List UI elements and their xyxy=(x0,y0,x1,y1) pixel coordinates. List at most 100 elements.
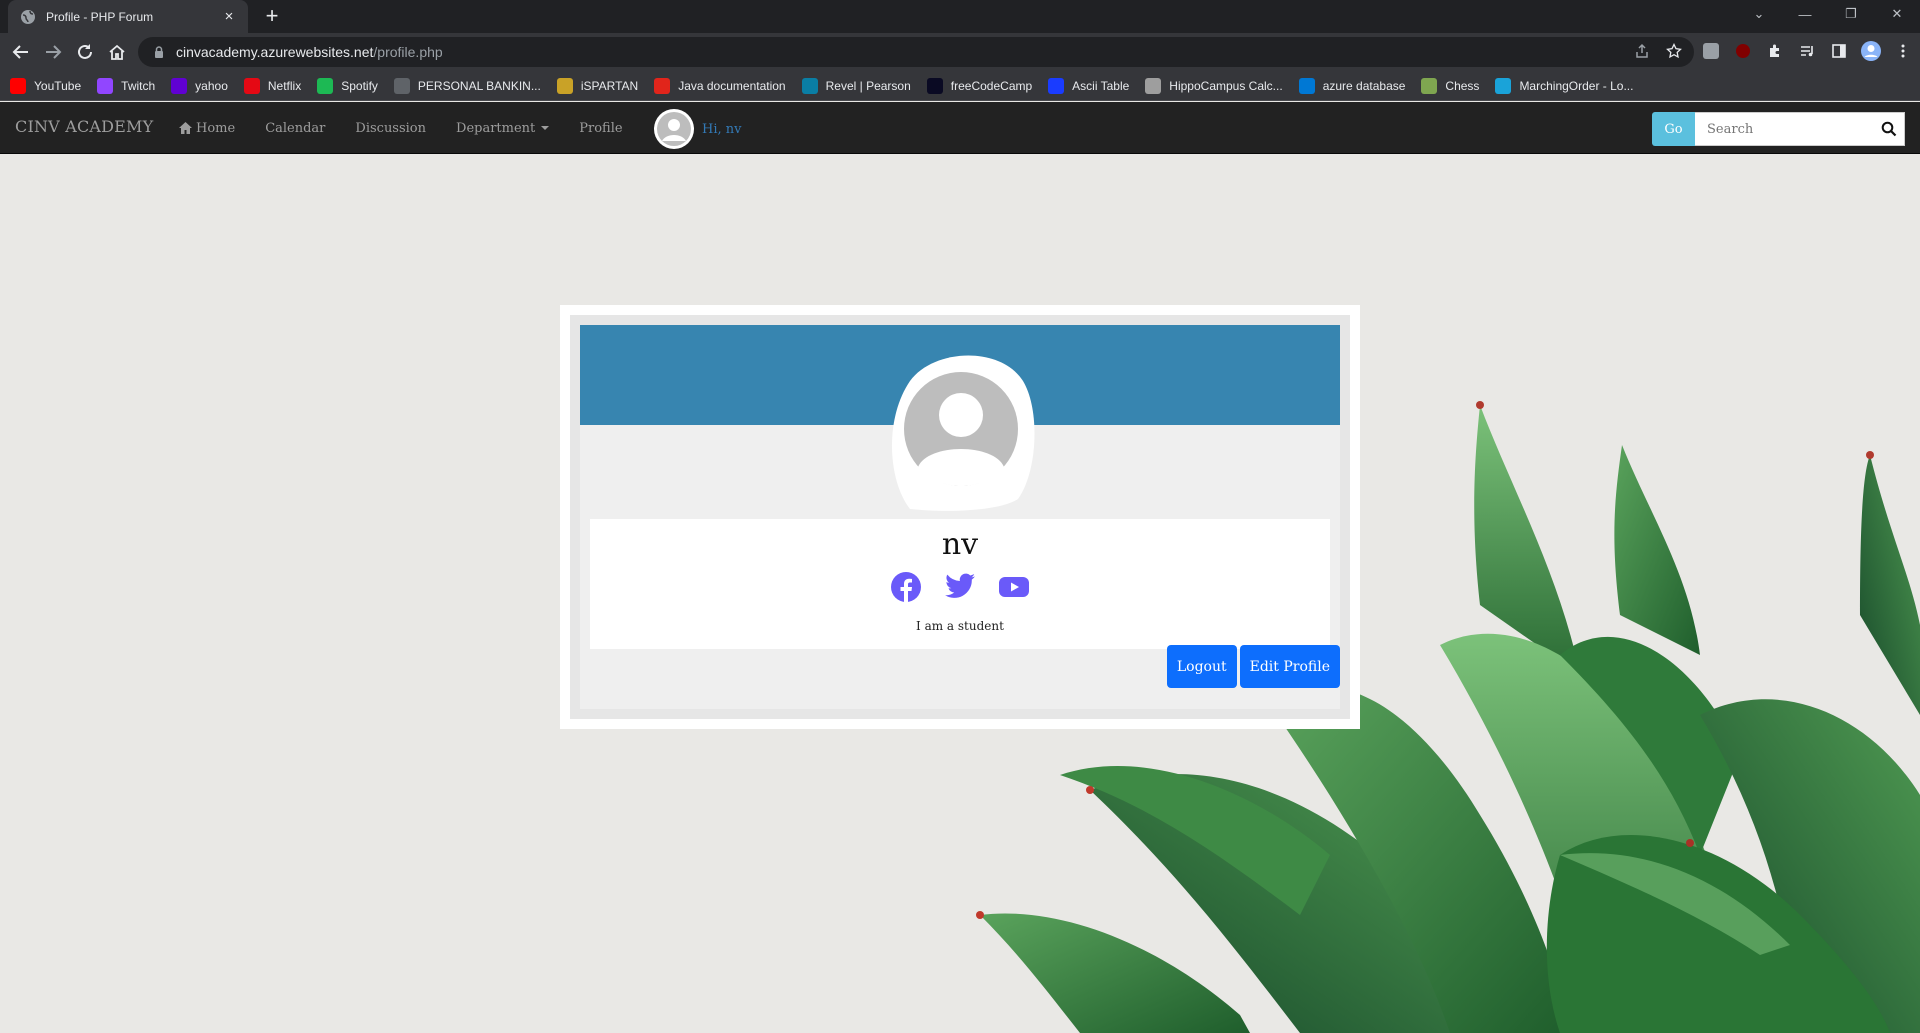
bookmark-label: HippoCampus Calc... xyxy=(1169,78,1283,93)
spotify-icon xyxy=(317,77,334,94)
share-icon[interactable] xyxy=(1634,43,1650,59)
search-form: Go xyxy=(1652,112,1905,146)
profile-name: nv xyxy=(941,527,979,562)
bookmark-item[interactable]: Twitch xyxy=(97,74,155,98)
lock-icon xyxy=(152,45,166,59)
globe-icon xyxy=(20,9,36,25)
nav-item-calendar[interactable]: Calendar xyxy=(265,121,325,136)
star-icon[interactable] xyxy=(1666,43,1682,59)
azure-icon xyxy=(1298,77,1315,94)
user-greeting[interactable]: Hi, nv xyxy=(654,109,741,149)
twitter-icon[interactable] xyxy=(944,571,976,603)
ublock-icon[interactable] xyxy=(1732,40,1754,62)
bookmark-item[interactable]: Revel | Pearson xyxy=(801,74,911,98)
restore-button[interactable]: ❐ xyxy=(1828,0,1874,28)
home-icon xyxy=(109,44,125,60)
spartan-icon xyxy=(556,77,573,94)
bookmark-item[interactable]: azure database xyxy=(1298,74,1405,98)
search-icon[interactable] xyxy=(1881,121,1897,137)
bookmark-item[interactable]: MarchingOrder - Lo... xyxy=(1495,74,1633,98)
bookmark-item[interactable]: Ascii Table xyxy=(1048,74,1129,98)
caret-down-icon xyxy=(541,126,550,130)
bookmark-label: PERSONAL BANKIN... xyxy=(417,78,541,93)
bookmark-label: iSPARTAN xyxy=(580,78,639,93)
bookmark-label: yahoo xyxy=(195,78,228,93)
bookmark-label: Revel | Pearson xyxy=(825,78,911,93)
back-button[interactable] xyxy=(9,40,33,64)
greeting-text: Hi, nv xyxy=(702,121,742,137)
site-brand[interactable]: CINV ACADEMY xyxy=(15,117,153,136)
nav-department-label: Department xyxy=(456,120,536,136)
bookmark-label: Netflix xyxy=(267,78,302,93)
chess-icon xyxy=(1421,77,1438,94)
reload-button[interactable] xyxy=(73,40,97,64)
reload-icon xyxy=(78,44,92,59)
arrow-left-icon xyxy=(12,45,28,59)
marchingorder-icon xyxy=(1495,77,1512,94)
go-button[interactable]: Go xyxy=(1652,112,1695,146)
media-icon[interactable] xyxy=(1796,40,1818,62)
netflix-icon xyxy=(243,77,260,94)
url-path: /profile.php xyxy=(373,44,443,60)
nav-item-discussion[interactable]: Discussion xyxy=(355,121,426,136)
bookmark-item[interactable]: iSPARTAN xyxy=(556,74,639,98)
extension-k-icon[interactable] xyxy=(1700,40,1722,62)
nav-home-label: Home xyxy=(196,120,236,136)
browser-tab-strip: Profile - PHP Forum × + ⌄ — ❐ ✕ xyxy=(0,0,1920,33)
edit-profile-button[interactable]: Edit Profile xyxy=(1239,645,1340,688)
puzzle-icon[interactable] xyxy=(1764,40,1786,62)
bookmark-item[interactable]: Chess xyxy=(1421,74,1479,98)
search-input[interactable] xyxy=(1695,112,1905,146)
bookmark-item[interactable]: YouTube xyxy=(10,74,81,98)
profile-actions: Logout Edit Profile xyxy=(1166,645,1340,688)
arrow-right-icon xyxy=(46,45,62,59)
bookmark-label: Twitch xyxy=(121,78,156,93)
freecodecamp-icon xyxy=(926,77,943,94)
profile-icon[interactable] xyxy=(1860,40,1882,62)
nav-discussion-label: Discussion xyxy=(355,120,427,136)
minimize-button[interactable]: — xyxy=(1782,0,1828,28)
hippo-icon xyxy=(1145,77,1162,94)
nav-links: Home Calendar Discussion Department Prof… xyxy=(178,102,653,154)
bookmark-item[interactable]: yahoo xyxy=(171,74,228,98)
new-tab-button[interactable]: + xyxy=(260,4,284,28)
profile-card-frame: nv I am a student Logout Edit Profile xyxy=(570,315,1350,719)
nav-item-home[interactable]: Home xyxy=(178,121,235,136)
avatar xyxy=(654,109,694,149)
bookmark-label: Ascii Table xyxy=(1072,78,1130,93)
menu-dots-icon[interactable] xyxy=(1892,40,1914,62)
nav-item-department[interactable]: Department xyxy=(456,120,550,136)
bookmark-item[interactable]: Java documentation xyxy=(654,74,786,98)
profile-body: nv I am a student xyxy=(590,519,1330,649)
bookmark-item[interactable]: PERSONAL BANKIN... xyxy=(393,74,541,98)
youtube-icon xyxy=(10,77,26,94)
bookmark-item[interactable]: Spotify xyxy=(317,74,378,98)
profile-avatar xyxy=(891,355,1035,511)
home-icon xyxy=(178,121,193,135)
close-window-button[interactable]: ✕ xyxy=(1874,0,1920,28)
profile-bio: I am a student xyxy=(916,619,1004,633)
home-button[interactable] xyxy=(105,40,129,64)
bookmark-item[interactable]: Netflix xyxy=(243,74,302,98)
social-links xyxy=(590,571,1330,603)
bookmark-item[interactable]: freeCodeCamp xyxy=(926,74,1033,98)
facebook-icon[interactable] xyxy=(890,571,922,603)
address-bar[interactable]: cinvacademy.azurewebsites.net/profile.ph… xyxy=(138,37,1694,67)
nav-profile-label: Profile xyxy=(579,120,623,136)
nav-calendar-label: Calendar xyxy=(265,120,326,136)
tab-search-icon[interactable]: ⌄ xyxy=(1736,0,1782,28)
bookmark-label: Java documentation xyxy=(678,78,786,93)
bookmark-item[interactable]: HippoCampus Calc... xyxy=(1145,74,1283,98)
site-navbar: CINV ACADEMY Home Calendar Discussion De… xyxy=(0,102,1920,154)
side-panel-icon[interactable] xyxy=(1828,40,1850,62)
forward-button[interactable] xyxy=(41,40,65,64)
tab-close-icon[interactable]: × xyxy=(220,8,238,25)
bookmarks-bar: YouTube Twitch yahoo Netflix Spotify PERSONAL… xyxy=(0,71,1920,101)
nav-item-profile[interactable]: Profile xyxy=(579,121,622,136)
browser-tab-active[interactable]: Profile - PHP Forum × xyxy=(8,0,248,33)
logout-button[interactable]: Logout xyxy=(1166,645,1237,688)
youtube-icon[interactable] xyxy=(998,571,1030,603)
bookmark-label: Chess xyxy=(1445,78,1480,93)
bookmark-label: freeCodeCamp xyxy=(950,78,1033,93)
bookmark-label: Spotify xyxy=(341,78,378,93)
